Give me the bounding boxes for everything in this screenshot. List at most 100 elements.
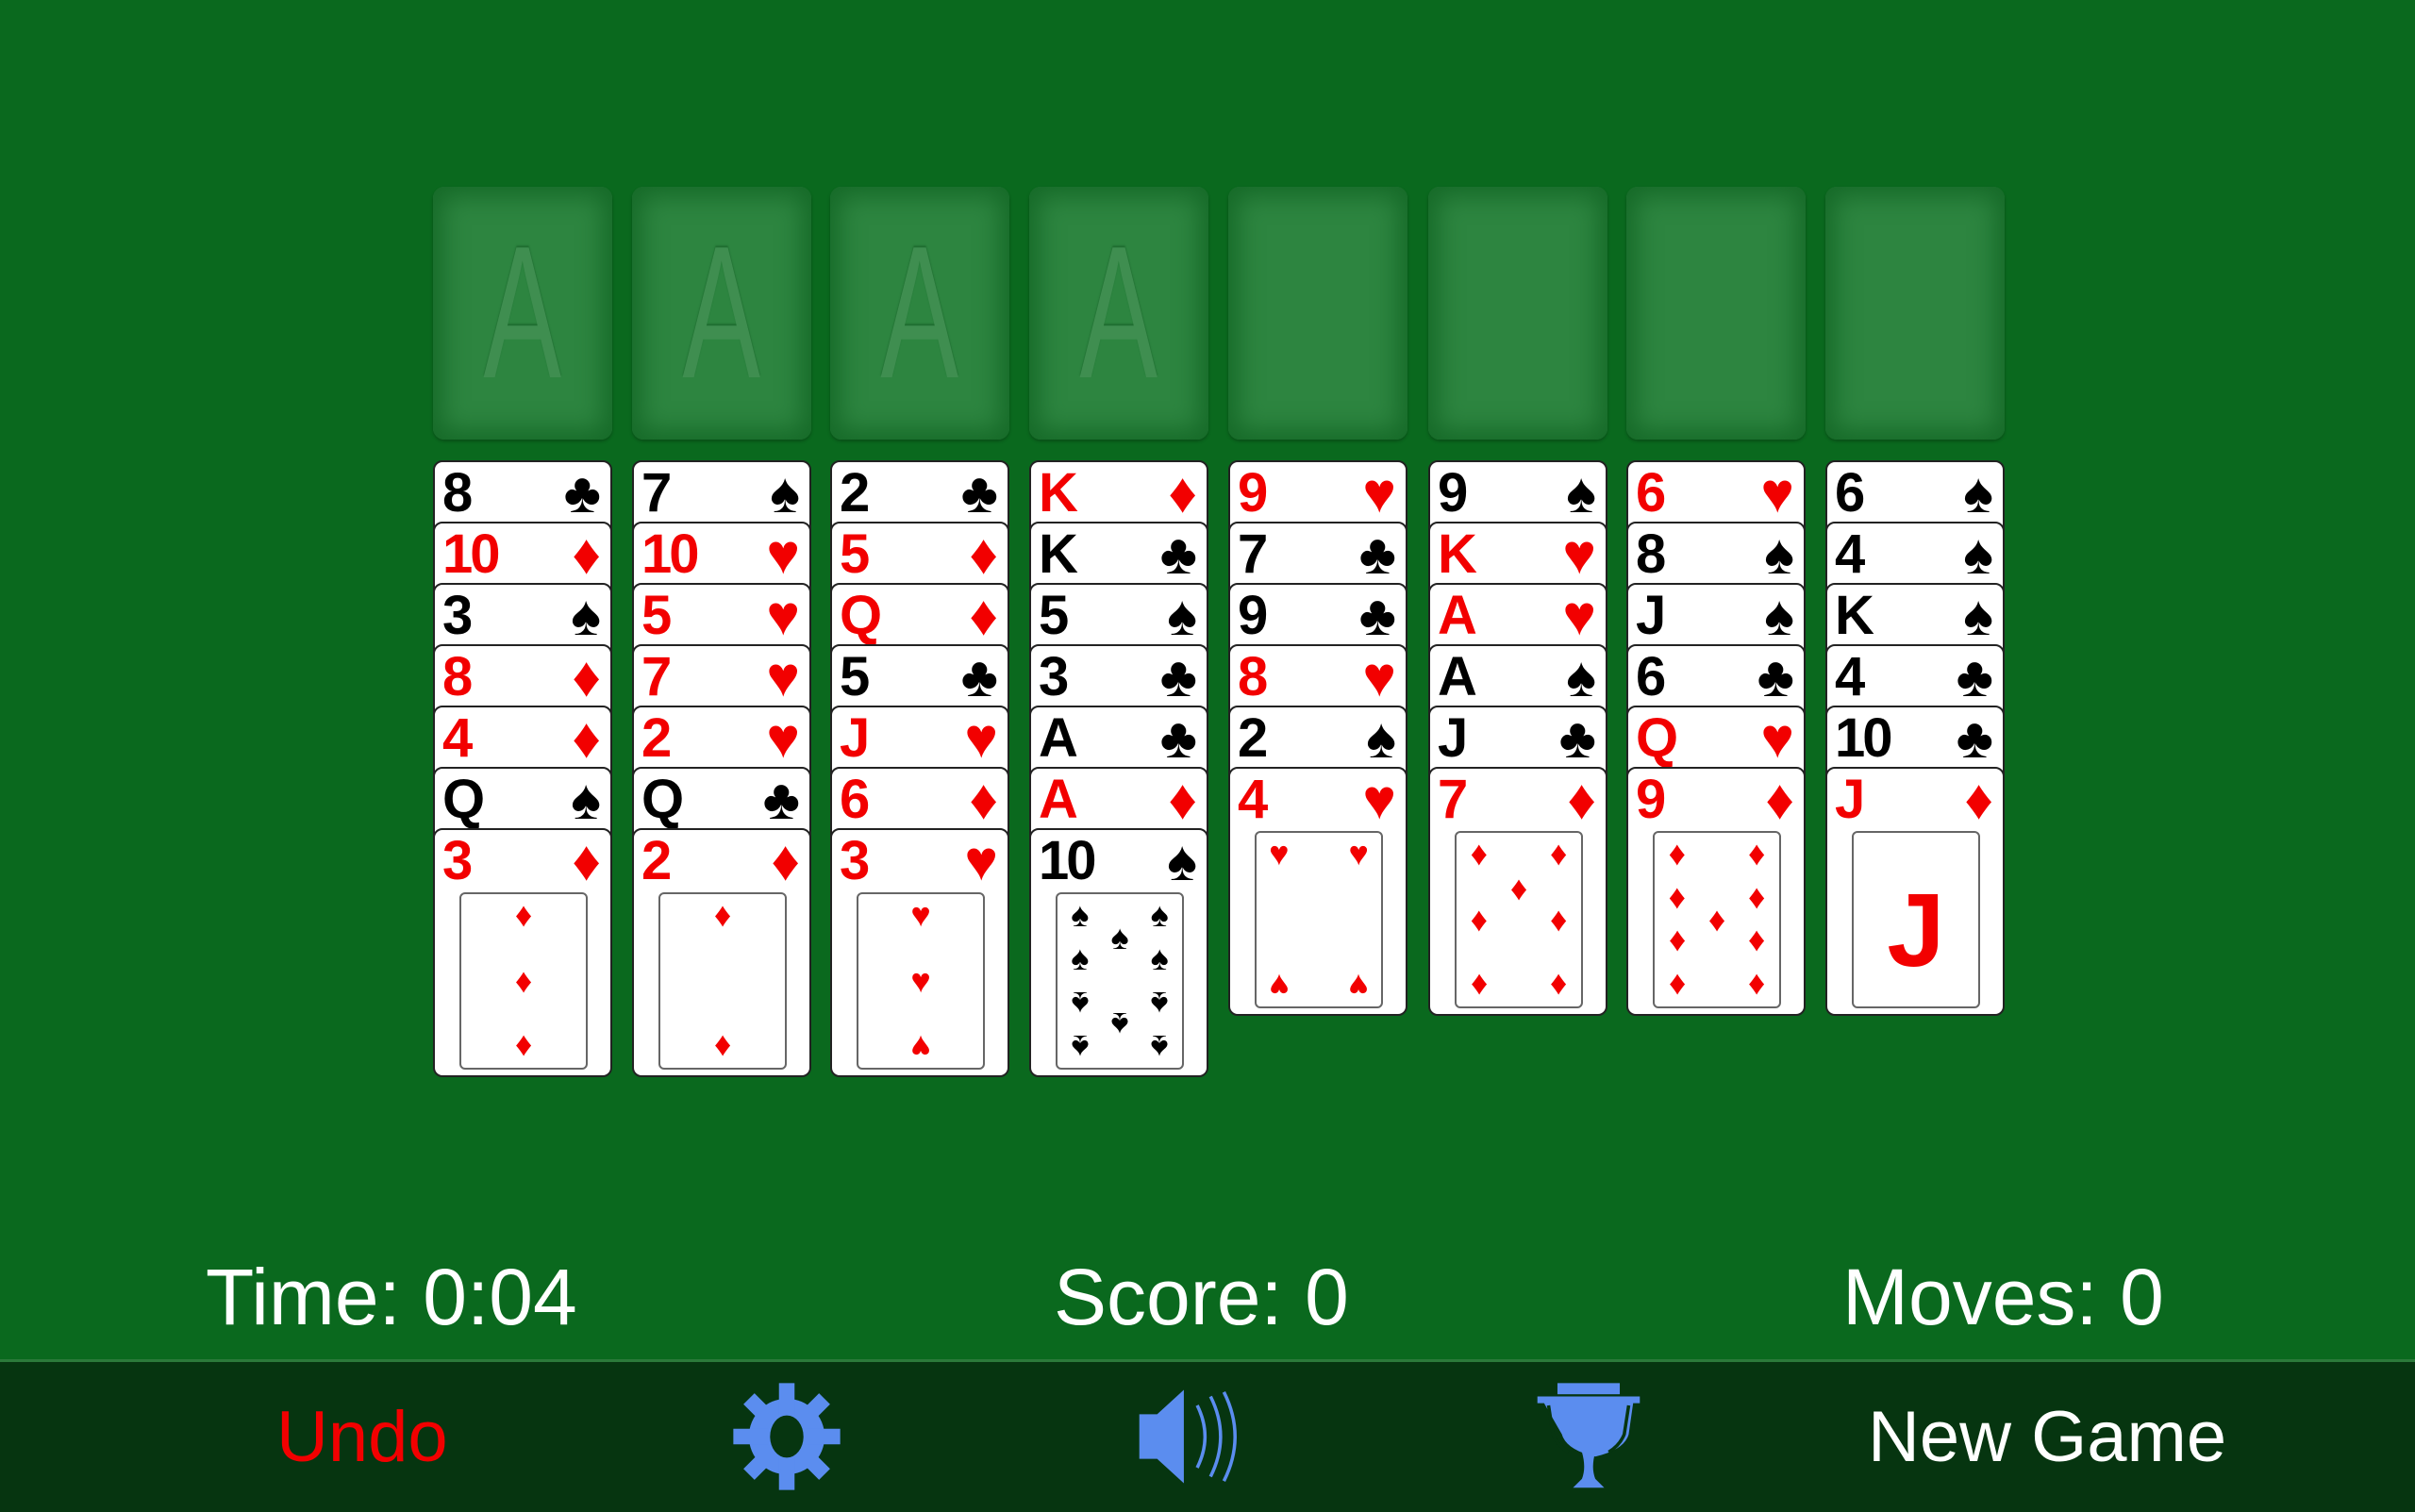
pip-icon: ♦: [514, 1027, 533, 1067]
pip-icon: ♠: [1150, 984, 1169, 1023]
card-rank: 8: [1636, 523, 1666, 585]
new-game-button[interactable]: New Game: [1868, 1390, 2226, 1485]
card-rank: 10: [641, 523, 699, 585]
card-rank: 4: [442, 707, 473, 769]
foundation-slot[interactable]: A: [830, 187, 1009, 440]
card-suit-icon: ♦: [771, 829, 800, 892]
card-rank: 7: [641, 646, 672, 707]
pip-icon: ♠: [1150, 895, 1169, 935]
trophy-icon: [1537, 1383, 1641, 1488]
card-suit-icon: ♥: [766, 584, 800, 647]
pip-icon: ♦: [1509, 868, 1528, 907]
statistics-button[interactable]: [1533, 1381, 1644, 1497]
undo-button[interactable]: Undo: [276, 1390, 448, 1485]
card-suit-icon: ♦: [572, 523, 601, 586]
card-rank: K: [1438, 523, 1477, 585]
card-suit-icon: ♣: [1956, 706, 1993, 770]
card-suit-icon: ♦: [572, 829, 601, 892]
pip-icon: ♦: [1470, 834, 1488, 873]
card-suit-icon: ♦: [1567, 768, 1596, 831]
card-suit-icon: ♠: [1963, 461, 1993, 524]
card-suit-icon: ♠: [1167, 829, 1197, 892]
card-rank: A: [1438, 585, 1477, 646]
card-suit-icon: ♣: [1757, 645, 1794, 708]
playing-card[interactable]: 2 ♦ ♦ ♦: [632, 828, 811, 1077]
card-rank: 8: [442, 646, 473, 707]
pip-icon: ♥: [910, 961, 931, 1000]
card-rank: 5: [840, 523, 870, 585]
free-cell-slot[interactable]: [1626, 187, 1806, 440]
free-cell-slot[interactable]: [1428, 187, 1607, 440]
playing-card[interactable]: 3 ♥ ♥ ♥ ♥: [830, 828, 1009, 1077]
playing-card[interactable]: J ♦ J: [1825, 767, 2005, 1016]
foundation-slot[interactable]: A: [632, 187, 811, 440]
pip-icon: ♦: [1748, 966, 1766, 1005]
card-rank: A: [1039, 707, 1078, 769]
card-rank: 5: [840, 646, 870, 707]
sound-button[interactable]: [1135, 1381, 1246, 1497]
playing-card[interactable]: 9 ♦ ♦ ♦ ♦ ♦ ♦ ♦ ♦ ♦ ♦: [1626, 767, 1806, 1016]
pip-icon: ♠: [1110, 918, 1129, 956]
card-face: ♦ ♦: [658, 892, 787, 1070]
card-suit-icon: ♥: [1362, 768, 1396, 831]
card-rank: A: [1438, 646, 1477, 707]
card-suit-icon: ♦: [969, 523, 998, 586]
card-rank: 3: [442, 585, 473, 646]
playing-card[interactable]: 3 ♦ ♦ ♦ ♦: [433, 828, 612, 1077]
card-face: ♦ ♦ ♦ ♦ ♦ ♦ ♦: [1455, 831, 1583, 1008]
card-suit-icon: ♥: [766, 645, 800, 708]
card-suit-icon: ♥: [1362, 645, 1396, 708]
pip-icon: ♦: [514, 895, 533, 935]
settings-button[interactable]: [731, 1381, 842, 1497]
card-suit-icon: ♠: [1963, 584, 1993, 647]
card-rank: 8: [442, 462, 473, 523]
card-rank: A: [1039, 769, 1078, 830]
card-suit-icon: ♥: [1760, 461, 1794, 524]
card-rank: J: [1835, 769, 1865, 830]
playing-card[interactable]: 7 ♦ ♦ ♦ ♦ ♦ ♦ ♦ ♦: [1428, 767, 1607, 1016]
card-suit-icon: ♣: [1159, 706, 1197, 770]
pip-icon: ♦: [713, 895, 732, 935]
foundation-placeholder: A: [483, 208, 562, 418]
card-suit-icon: ♠: [571, 768, 601, 831]
card-rank: 9: [1636, 769, 1666, 830]
free-cell-slot[interactable]: [1228, 187, 1407, 440]
card-rank: J: [840, 707, 870, 769]
free-cell-slot[interactable]: [1825, 187, 2005, 440]
card-rank: 9: [1438, 462, 1468, 523]
foundation-slot[interactable]: A: [433, 187, 612, 440]
pip-icon: ♥: [1348, 834, 1369, 873]
time-display: Time: 0:04: [206, 1253, 577, 1341]
card-rank: 3: [442, 830, 473, 891]
card-suit-icon: ♠: [1963, 523, 1993, 586]
playing-card[interactable]: 10 ♠ ♠ ♠ ♠ ♠ ♠ ♠ ♠ ♠ ♠ ♠: [1029, 828, 1208, 1077]
pip-icon: ♠: [1150, 1027, 1169, 1067]
card-suit-icon: ♦: [1765, 768, 1794, 831]
pip-icon: ♦: [1707, 900, 1726, 939]
pip-icon: ♦: [713, 1027, 732, 1067]
card-rank: 7: [1438, 769, 1468, 830]
pip-icon: ♥: [1348, 966, 1369, 1005]
card-rank: 9: [1238, 462, 1268, 523]
pip-icon: ♦: [1550, 900, 1568, 939]
card-suit-icon: ♣: [1558, 706, 1596, 770]
pip-icon: ♥: [1269, 834, 1290, 873]
card-rank: J: [1636, 585, 1666, 646]
card-rank: 9: [1238, 585, 1268, 646]
card-suit-icon: ♥: [1562, 584, 1596, 647]
foundation-placeholder: A: [682, 208, 761, 418]
card-suit-icon: ♦: [969, 584, 998, 647]
playing-card[interactable]: 4 ♥ ♥ ♥ ♥ ♥: [1228, 767, 1407, 1016]
card-rank: 2: [840, 462, 870, 523]
card-rank: Q: [442, 769, 485, 830]
score-display: Score: 0: [1054, 1253, 1349, 1341]
pip-icon: ♦: [1550, 966, 1568, 1005]
card-rank: 6: [840, 769, 870, 830]
pip-icon: ♦: [1550, 834, 1568, 873]
card-rank: 10: [442, 523, 500, 585]
card-rank: 8: [1238, 646, 1268, 707]
foundation-slot[interactable]: A: [1029, 187, 1208, 440]
bottom-toolbar: Undo New Game: [0, 1359, 2415, 1512]
card-rank: 5: [641, 585, 672, 646]
card-suit-icon: ♠: [1764, 584, 1794, 647]
